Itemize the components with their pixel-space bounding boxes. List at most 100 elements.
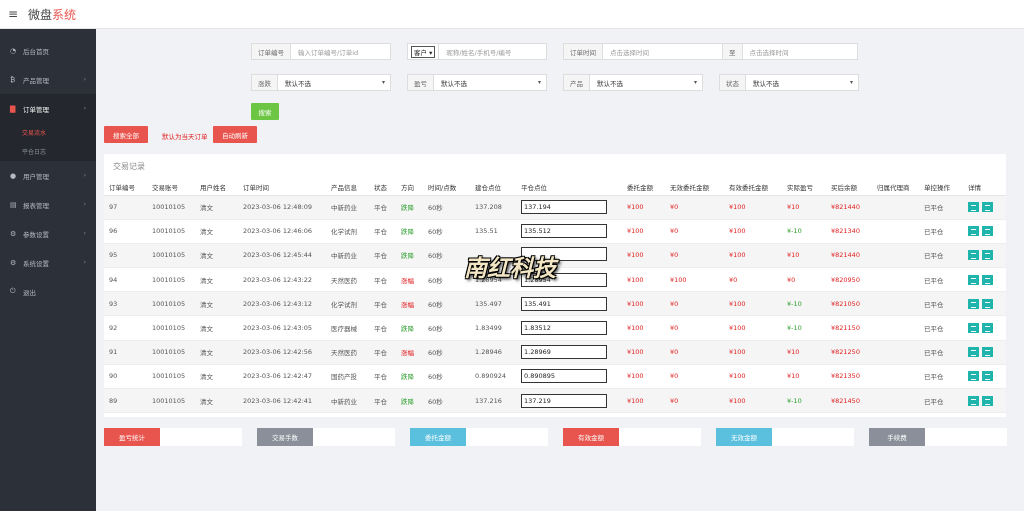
stat-value <box>160 428 242 446</box>
order-time-start-input[interactable]: 点击选择时间 <box>603 44 722 59</box>
edit-icon[interactable] <box>982 298 993 309</box>
table-cell: ¥-10 <box>782 291 826 317</box>
edit-icon[interactable] <box>982 250 993 261</box>
table-cell <box>872 388 919 414</box>
records-table: 订单编号 交易账号 用户姓名 订单时间 产品信息 状态 方向 时间/点数 建仓点位 平仓点位 委托金… <box>104 179 1006 414</box>
detail-icon[interactable] <box>968 226 979 237</box>
table-cell: 涨幅 <box>396 267 423 293</box>
table-cell <box>872 243 919 269</box>
close-price-input[interactable]: 0.890895 <box>521 369 607 384</box>
table-cell: 10010105 <box>147 340 195 365</box>
sidebar-item-users[interactable]: ● 用户管理 › <box>0 161 96 190</box>
search-button[interactable]: 搜索 <box>251 103 279 120</box>
table-body: 97 10010105 清文 2023-03-06 12:48:09 中新药业 平仓 跌降 6… <box>104 195 1006 414</box>
default-today-note: 默认为当天订单 <box>162 133 208 141</box>
order-time-end-input[interactable]: 点击选择时间 <box>743 44 858 59</box>
profit-select[interactable]: 默认不选 ▾ <box>434 75 546 90</box>
table-cell: 137.216 <box>470 388 516 414</box>
column-header: 实际盈亏 <box>782 179 826 196</box>
auto-refresh-button[interactable]: 自动刷新 <box>213 126 257 143</box>
stat-value <box>313 428 395 446</box>
edit-icon[interactable] <box>982 395 993 406</box>
table-cell: 清文 <box>195 364 238 390</box>
sidebar-item-home[interactable]: ◔ 后台首页 <box>0 36 96 65</box>
table-cell: 跌降 <box>396 364 423 390</box>
close-price-input[interactable]: 1.28969 <box>521 345 607 360</box>
edit-icon[interactable] <box>982 323 993 334</box>
detail-icon[interactable] <box>968 274 979 285</box>
table-cell <box>872 219 919 244</box>
table-cell: ¥100 <box>622 388 665 414</box>
table-cell: 1.28969 <box>516 340 622 365</box>
detail-icon[interactable] <box>968 250 979 261</box>
table-cell: 60秒 <box>423 219 470 244</box>
sidebar-item-products[interactable]: ₿ 产品管理 › <box>0 65 96 94</box>
edit-icon[interactable] <box>982 202 993 213</box>
detail-icon[interactable] <box>968 298 979 309</box>
table-cell <box>872 267 919 293</box>
table-cell: 清文 <box>195 291 238 317</box>
dashboard-icon: ◔ <box>10 46 17 55</box>
close-price-input[interactable]: 137.194 <box>521 200 607 215</box>
column-header: 产品信息 <box>326 179 369 196</box>
search-all-button[interactable]: 搜索全部 <box>104 126 148 143</box>
table-cell: 97 <box>104 195 147 220</box>
client-type-select[interactable]: 客户 ▾ <box>411 45 436 58</box>
table-cell: ¥100 <box>622 291 665 317</box>
menu-toggle-icon[interactable]: ≡ <box>8 7 22 21</box>
table-cell: ¥100 <box>724 243 782 269</box>
detail-icon[interactable] <box>968 371 979 382</box>
edit-icon[interactable] <box>982 274 993 285</box>
table-cell: 中新药业 <box>326 195 369 220</box>
table-cell: 平仓 <box>369 267 396 293</box>
table-cell: ¥100 <box>622 219 665 244</box>
table-cell: ¥0 <box>665 315 724 341</box>
client-search-input[interactable]: 昵称/姓名/手机号/编号 <box>439 44 546 59</box>
detail-icon[interactable] <box>968 202 979 213</box>
table-cell: 清文 <box>195 267 238 293</box>
table-cell: 10010105 <box>147 315 195 341</box>
status-select[interactable]: 默认不选 ▾ <box>746 75 858 90</box>
table-cell: 清文 <box>195 388 238 414</box>
table-row: 91 10010105 清文 2023-03-06 12:42:56 天然医药 平仓 涨幅 6… <box>104 340 1006 365</box>
table-row: 96 10010105 清文 2023-03-06 12:46:06 化学试剂 平仓 跌降 6… <box>104 219 1006 244</box>
edit-icon[interactable] <box>982 347 993 358</box>
edit-icon[interactable] <box>982 226 993 237</box>
sidebar-item-system[interactable]: ⚙ 系统设置 › <box>0 248 96 277</box>
rise-fall-select[interactable]: 默认不选 ▾ <box>278 75 390 90</box>
sidebar-subitem-transactions[interactable]: 交易流水 <box>0 123 96 142</box>
close-price-input[interactable]: 135.512 <box>521 224 607 239</box>
table-cell: ¥10 <box>782 364 826 390</box>
sidebar-item-params[interactable]: ⚙ 参数设置 › <box>0 219 96 248</box>
close-price-input[interactable]: 137.219 <box>521 393 607 408</box>
table-cell: 60秒 <box>423 195 470 220</box>
column-header: 单控操作 <box>919 179 963 196</box>
sidebar-item-logout[interactable]: ⏻ 退出 <box>0 277 96 306</box>
table-cell: 已平仓 <box>919 364 963 390</box>
close-price-input[interactable]: 1.83512 <box>521 321 607 336</box>
table-cell: ¥0 <box>665 340 724 365</box>
detail-icon[interactable] <box>968 347 979 358</box>
table-cell: ¥100 <box>724 195 782 220</box>
sidebar-item-reports[interactable]: ▤ 报表管理 › <box>0 190 96 219</box>
close-price-input[interactable]: 135.491 <box>521 296 607 311</box>
table-cell: ¥0 <box>782 267 826 293</box>
table-cell: 已平仓 <box>919 243 963 269</box>
table-cell: 清文 <box>195 243 238 269</box>
detail-icon[interactable] <box>968 395 979 406</box>
stat-value <box>772 428 854 446</box>
table-cell: ¥10 <box>782 243 826 269</box>
bitcoin-icon: ₿ <box>10 75 16 84</box>
edit-icon[interactable] <box>982 371 993 382</box>
sidebar-item-orders[interactable]: ▇ 订单管理 › <box>0 94 96 123</box>
column-header: 委托金额 <box>622 179 665 196</box>
table-cell: 137.219 <box>516 388 622 414</box>
table-cell: 平仓 <box>369 195 396 220</box>
profit-filter: 盈亏 默认不选 ▾ <box>407 74 547 91</box>
sidebar-subitem-close-log[interactable]: 平仓日志 <box>0 142 96 161</box>
product-select[interactable]: 默认不选 ▾ <box>590 75 702 90</box>
detail-icon[interactable] <box>968 323 979 334</box>
chevron-right-icon: › <box>83 172 86 179</box>
sidebar: ◔ 后台首页 ₿ 产品管理 › ▇ 订单管理 › 交易流水 平仓日志 ● 用户管理 › ▤ 报表… <box>0 29 96 511</box>
order-no-input[interactable]: 输入订单编号/订单id <box>291 44 390 59</box>
